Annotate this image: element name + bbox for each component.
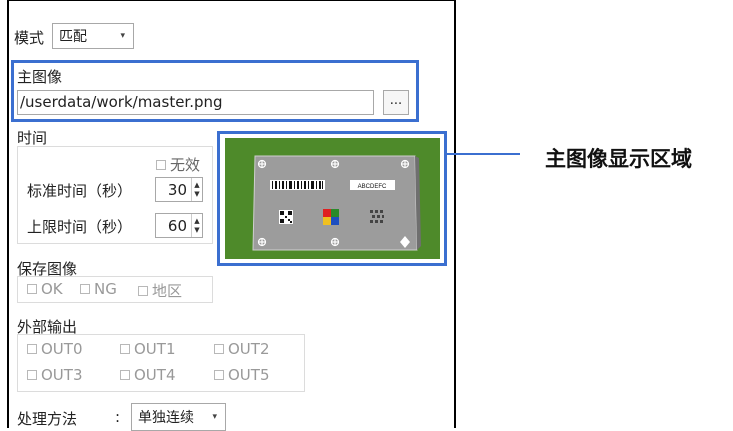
out2-checkbox[interactable]	[214, 344, 224, 354]
time-none-option[interactable]: 无效	[156, 154, 200, 175]
save-region-option[interactable]: 地区	[138, 280, 182, 301]
save-ng-label: NG	[94, 280, 117, 298]
preview-label-text: ABCDEFC	[358, 184, 387, 190]
standard-time-value: 30	[167, 180, 187, 199]
process-method-select[interactable]: 单独连续 ▾	[131, 403, 226, 431]
stepper-arrows-icon[interactable]: ▲ ▼	[191, 214, 202, 237]
process-method-value: 单独连续	[138, 410, 194, 426]
stepper-arrows-icon[interactable]: ▲ ▼	[191, 178, 202, 201]
out0-checkbox[interactable]	[27, 344, 37, 354]
limit-time-label: 上限时间（秒）	[27, 218, 133, 236]
master-image-path-input[interactable]: /userdata/work/master.png	[17, 90, 374, 115]
out4-checkbox[interactable]	[120, 370, 130, 380]
mode-select[interactable]: 匹配 ▾	[52, 23, 134, 49]
sample-card-image: ABCDEFC	[252, 155, 421, 251]
master-image-label: 主图像	[17, 68, 63, 86]
out1-checkbox[interactable]	[120, 344, 130, 354]
save-region-label: 地区	[152, 282, 183, 300]
out3-option[interactable]: OUT3	[27, 366, 83, 384]
master-image-preview: ABCDEFC	[225, 138, 440, 259]
time-label: 时间	[17, 129, 48, 147]
save-ok-label: OK	[41, 280, 63, 298]
out0-label: OUT0	[41, 340, 83, 358]
time-none-checkbox[interactable]	[156, 159, 166, 170]
chevron-down-icon: ▾	[120, 31, 125, 41]
limit-time-value: 60	[167, 216, 187, 235]
save-ok-option[interactable]: OK	[27, 280, 63, 298]
save-ng-option[interactable]: NG	[80, 280, 117, 298]
out4-option[interactable]: OUT4	[120, 366, 176, 384]
save-region-checkbox[interactable]	[138, 285, 148, 296]
process-method-label: 处理方法	[17, 410, 78, 428]
out3-label: OUT3	[41, 366, 83, 384]
process-method-separator: :	[115, 408, 121, 426]
out5-checkbox[interactable]	[214, 370, 224, 380]
save-ok-checkbox[interactable]	[27, 284, 37, 294]
save-ng-checkbox[interactable]	[80, 284, 90, 294]
standard-time-stepper[interactable]: 30 ▲ ▼	[155, 177, 203, 202]
time-none-label: 无效	[170, 156, 201, 174]
out4-label: OUT4	[134, 366, 176, 384]
out2-option[interactable]: OUT2	[214, 340, 270, 358]
browse-button[interactable]: ...	[383, 90, 409, 115]
out2-label: OUT2	[228, 340, 270, 358]
mode-value: 匹配	[59, 29, 87, 45]
standard-time-label: 标准时间（秒）	[27, 182, 133, 200]
callout-leader-line	[447, 153, 520, 155]
preview-annotation-text: 主图像显示区域	[545, 147, 692, 171]
mode-label: 模式	[14, 29, 45, 47]
out0-option[interactable]: OUT0	[27, 340, 83, 358]
out3-checkbox[interactable]	[27, 370, 37, 380]
chevron-down-icon: ▾	[212, 412, 217, 422]
out1-option[interactable]: OUT1	[120, 340, 176, 358]
out1-label: OUT1	[134, 340, 176, 358]
out5-option[interactable]: OUT5	[214, 366, 270, 384]
limit-time-stepper[interactable]: 60 ▲ ▼	[155, 213, 203, 238]
out5-label: OUT5	[228, 366, 270, 384]
